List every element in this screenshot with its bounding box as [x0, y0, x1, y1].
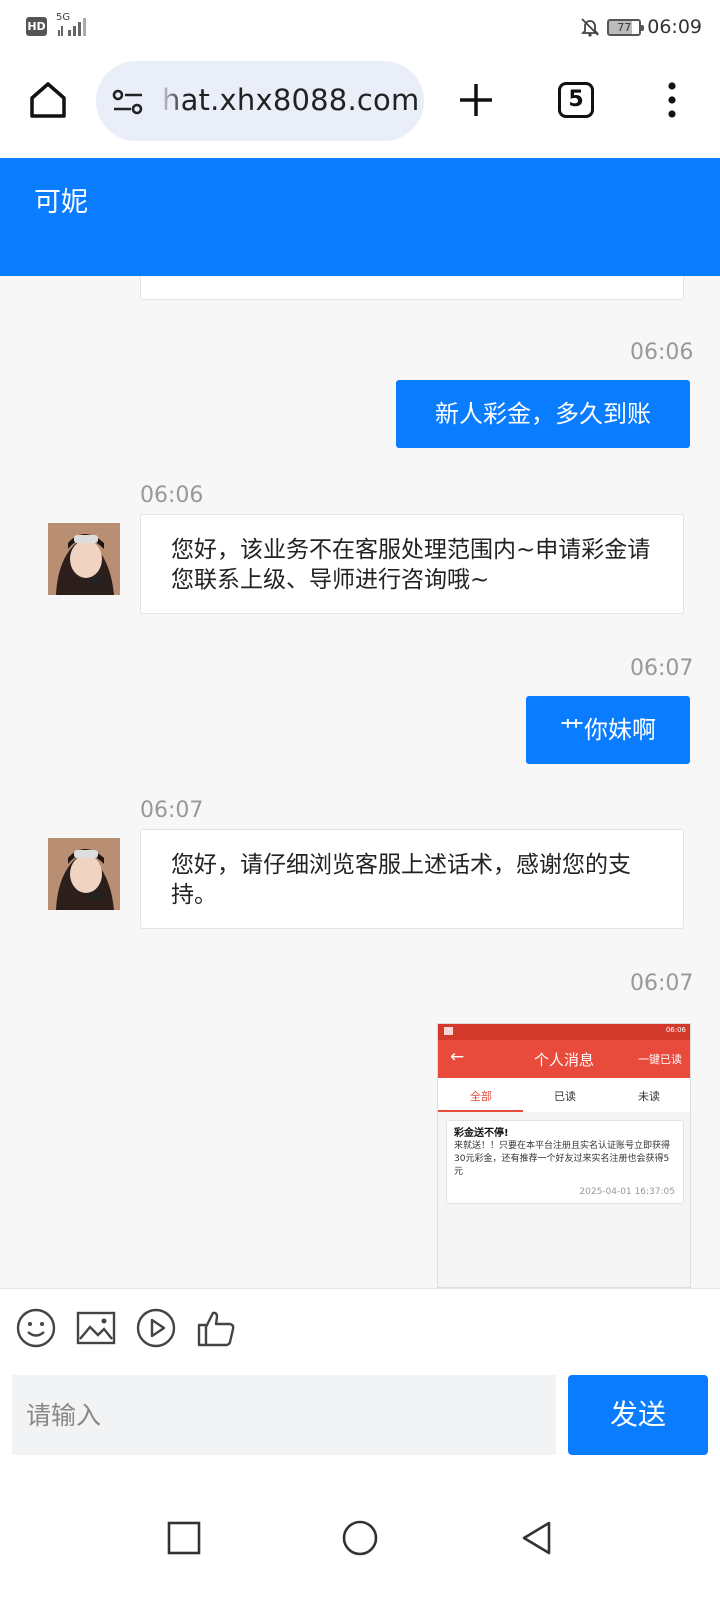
- address-bar[interactable]: hat.xhx8088.com: [96, 61, 424, 141]
- shot-card-time: 2025-04-01 16:37:05: [579, 1187, 675, 1197]
- hd-badge: HD: [26, 17, 47, 36]
- message-time: 06:07: [140, 798, 204, 823]
- shot-tab-all: 全部: [470, 1090, 492, 1103]
- bell-off-icon: [581, 18, 600, 37]
- system-nav-bar: [0, 1468, 720, 1600]
- more-vert-icon[interactable]: [660, 78, 684, 122]
- avatar[interactable]: [48, 838, 120, 910]
- message-bubble-out[interactable]: 艹你妹啊: [526, 696, 690, 764]
- status-bar: HD 5G 77 06:09: [0, 0, 720, 56]
- tabs-icon[interactable]: 5: [558, 82, 594, 118]
- recent-apps-icon[interactable]: [164, 1518, 204, 1558]
- image-icon[interactable]: [75, 1307, 117, 1349]
- battery-indicator: 77: [607, 18, 645, 36]
- shot-hd-icon: [444, 1027, 453, 1035]
- home-circle-icon[interactable]: [340, 1518, 380, 1558]
- chat-title: 可妮: [34, 187, 88, 218]
- image-message[interactable]: 06:06 ← 个人消息 一键已读 全部 已读 未读 彩金送不停! 来就送！！只…: [437, 1023, 691, 1288]
- shot-read-all: 一键已读: [638, 1053, 682, 1066]
- home-icon[interactable]: [26, 78, 70, 122]
- chat-messages[interactable]: 06:06 新人彩金，多久到账 06:06 您好，该业务不在客服处理范围内~申请…: [0, 276, 720, 1288]
- send-button[interactable]: 发送: [568, 1375, 708, 1455]
- signal-icon: [58, 18, 86, 36]
- shot-status-time: 06:06: [665, 1026, 686, 1034]
- input-area: 发送: [0, 1288, 720, 1468]
- back-triangle-icon[interactable]: [516, 1518, 556, 1558]
- message-time: 06:06: [140, 483, 204, 508]
- emoji-icon[interactable]: [15, 1307, 57, 1349]
- message-bubble-in[interactable]: 您好，请仔细浏览客服上述话术，感谢您的支持。: [140, 829, 684, 929]
- avatar-image: [48, 523, 120, 595]
- message-input[interactable]: [12, 1375, 556, 1455]
- shot-tabs: 全部 已读 未读: [438, 1078, 690, 1112]
- shot-status-bar: 06:06: [438, 1024, 690, 1040]
- message-time: 06:06: [630, 340, 694, 365]
- message-time: 06:07: [630, 656, 694, 681]
- chat-header: 可妮: [0, 158, 720, 276]
- tune-icon[interactable]: [112, 89, 144, 115]
- url-text[interactable]: hat.xhx8088.com: [162, 83, 419, 117]
- plus-icon[interactable]: [456, 80, 496, 120]
- message-bubble-out[interactable]: 新人彩金，多久到账: [396, 380, 690, 448]
- browser-toolbar: hat.xhx8088.com 5: [0, 56, 720, 158]
- shot-tab-read: 已读: [554, 1090, 576, 1103]
- message-time: 06:07: [630, 971, 694, 996]
- video-icon[interactable]: [135, 1307, 177, 1349]
- thumbs-up-icon[interactable]: [195, 1307, 237, 1349]
- shot-card-title: 彩金送不停!: [454, 1128, 509, 1139]
- shot-tab-unread: 未读: [638, 1090, 660, 1103]
- message-bubble-in[interactable]: 您好，该业务不在客服处理范围内~申请彩金请您联系上级、导师进行咨询哦~: [140, 514, 684, 614]
- shot-message-card: 彩金送不停! 来就送！！只要在本平台注册且实名认证账号立即获得30元彩金，还有推…: [446, 1120, 684, 1204]
- shot-tab-indicator: [438, 1110, 523, 1112]
- shot-card-body: 来就送！！只要在本平台注册且实名认证账号立即获得30元彩金，还有推荐一个好友过来…: [454, 1141, 671, 1177]
- message-bubble-partial: [140, 276, 684, 300]
- avatar-image: [48, 838, 120, 910]
- avatar[interactable]: [48, 523, 120, 595]
- clock: 06:09: [647, 16, 702, 38]
- shot-app-bar: ← 个人消息 一键已读: [438, 1040, 690, 1078]
- shot-title: 个人消息: [534, 1051, 595, 1069]
- url-fade: [158, 61, 184, 141]
- shot-back-icon: ←: [450, 1047, 465, 1067]
